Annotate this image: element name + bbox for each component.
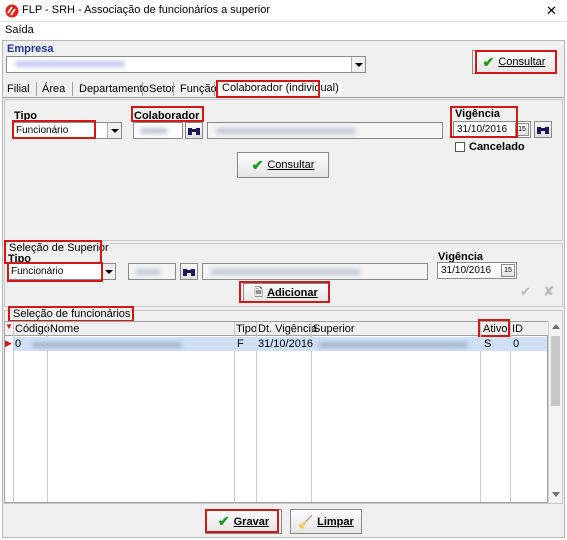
cancelado-checkbox[interactable] — [455, 142, 465, 152]
cell-tipo: F — [237, 338, 244, 350]
add-document-icon: 🗎 — [254, 286, 264, 299]
tab-bar: Filial Área Departamento Setor Função Co… — [3, 79, 564, 98]
scroll-down-icon[interactable] — [552, 492, 560, 497]
limpar-button[interactable]: 🧹 Limpar — [290, 509, 362, 534]
check-icon: ✔ — [217, 513, 230, 529]
empresa-consultar-button[interactable]: ✔ Consultar — [472, 50, 556, 74]
consultar-label: Consultar — [498, 56, 546, 68]
menu-bar: Saída — [0, 22, 567, 39]
grid-scrollbar[interactable] — [548, 322, 562, 502]
consultar-label: Consultar — [267, 159, 315, 171]
window-title: FLP - SRH - Associação de funcionários a… — [22, 4, 271, 16]
scroll-thumb[interactable] — [551, 336, 560, 406]
scroll-up-icon[interactable] — [552, 324, 560, 329]
menu-saida[interactable]: Saída — [5, 24, 34, 36]
confirm-icon[interactable]: ✔ — [520, 284, 531, 300]
tipo-select[interactable]: Funcionário — [13, 122, 122, 139]
colaborador-label: Colaborador — [134, 110, 200, 122]
col-tipo[interactable]: Tipo — [236, 323, 257, 335]
broom-icon: 🧹 — [298, 514, 314, 529]
empresa-label: Empresa — [7, 43, 54, 55]
check-icon: ✔ — [251, 156, 264, 173]
col-superior[interactable]: Superior — [313, 323, 355, 335]
limpar-label: Limpar — [317, 515, 354, 528]
cell-codigo: 0 — [15, 338, 22, 350]
tab-filial[interactable]: Filial — [7, 83, 30, 95]
app-logo-icon — [5, 4, 19, 18]
funcionarios-group-label: Seleção de funcionários — [12, 308, 132, 320]
col-ativo[interactable]: Ativo — [483, 323, 507, 335]
cancel-icon[interactable]: ✘ — [543, 283, 555, 300]
tab-area[interactable]: Área — [42, 83, 65, 95]
colaborador-name-input — [207, 122, 443, 139]
tipo-label: Tipo — [14, 110, 38, 122]
adicionar-button[interactable]: 🗎 Adicionar — [243, 283, 329, 303]
title-bar: FLP - SRH - Associação de funcionários a… — [0, 0, 567, 22]
binoculars-icon[interactable] — [185, 122, 203, 139]
tab-departamento[interactable]: Departamento — [79, 83, 149, 95]
colaborador-code-input[interactable] — [133, 122, 183, 139]
cancelado-label: Cancelado — [469, 141, 525, 153]
gravar-label: Gravar — [233, 515, 270, 528]
calendar-icon[interactable]: 15 — [515, 123, 529, 136]
binoculars-icon[interactable] — [180, 263, 198, 280]
gravar-button[interactable]: ✔ Gravar — [205, 509, 282, 534]
close-icon[interactable]: ✕ — [546, 3, 557, 19]
binoculars-icon[interactable] — [534, 121, 552, 138]
superior-tipo-select[interactable]: Funcionário — [8, 263, 116, 280]
calendar-icon[interactable]: 15 — [501, 264, 515, 277]
col-codigo[interactable]: Código — [15, 323, 50, 335]
vigencia-label: Vigência — [455, 108, 501, 120]
cell-dt-vigencia: 31/10/2016 — [258, 338, 314, 350]
col-dt-vigencia[interactable]: Dt. Vigência — [258, 323, 317, 335]
check-icon: ✔ — [482, 53, 495, 70]
cell-ativo: S — [484, 338, 492, 350]
col-nome[interactable]: Nome — [50, 323, 79, 335]
tab-setor[interactable]: Setor — [149, 83, 175, 95]
header-indicator-icon: ▼ — [5, 322, 13, 331]
superior-code-input — [128, 263, 176, 280]
filtro-consultar-button[interactable]: ✔ Consultar — [237, 152, 329, 178]
tab-colaborador-individual[interactable]: Colaborador (individual) — [219, 81, 342, 95]
adicionar-label: Adicionar — [267, 287, 318, 299]
cell-id: 0 — [513, 338, 520, 350]
row-indicator-icon: ▶ — [5, 338, 12, 348]
tab-funcao[interactable]: Função — [180, 83, 217, 95]
superior-name-input — [202, 263, 428, 280]
empresa-select[interactable] — [6, 56, 366, 73]
col-id[interactable]: ID — [512, 323, 523, 335]
